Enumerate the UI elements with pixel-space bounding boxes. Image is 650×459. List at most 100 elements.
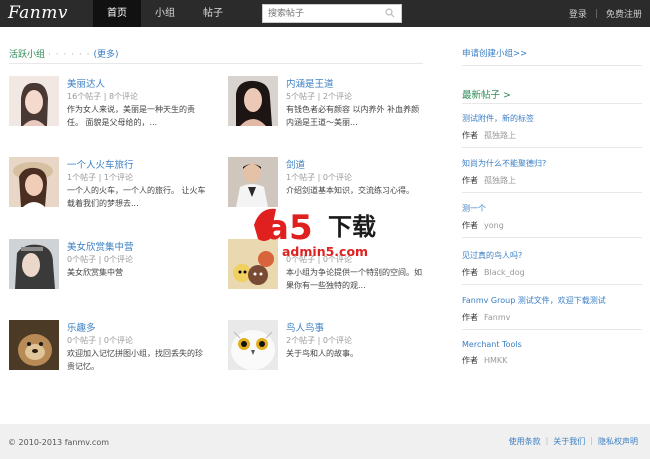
post-title[interactable]: Merchant Tools <box>462 340 642 349</box>
post-author[interactable]: yong <box>484 221 504 230</box>
post-author-row: 作者 孤独路上 <box>462 175 642 186</box>
group-thumbnail[interactable] <box>9 157 59 207</box>
group-stats: 0个帖子 | 0个评论 <box>67 255 133 264</box>
group-thumbnail[interactable] <box>9 239 59 289</box>
sidebar-divider <box>462 192 642 193</box>
top-navbar: Fanmv 首页 小组 帖子 登录 | 免费注册 <box>0 0 650 27</box>
group-description: 有钱色者必有颜容 以内养外 补血养颜 内涵是王道～美丽... <box>286 105 420 127</box>
group-card: 一个人火车旅行 1个帖子 | 1个评论 一个人的火车，一个人的旅行。 让火车载着… <box>9 157 209 217</box>
group-title[interactable]: 内涵是王道 <box>286 76 334 90</box>
copyright: © 2010-2013 fanmv.com <box>8 438 110 447</box>
sidebar-divider <box>462 103 642 104</box>
group-card: 鸟人鸟事 2个帖子 | 0个评论 关于鸟和人的故事。 <box>228 320 428 380</box>
group-title[interactable]: 鸟人鸟事 <box>286 320 324 334</box>
group-thumbnail[interactable] <box>9 320 59 370</box>
watermark-brand: a5 <box>266 208 313 248</box>
post-title[interactable]: 测一个 <box>462 203 642 214</box>
sidebar-divider <box>462 329 642 330</box>
sidebar-divider <box>462 284 642 285</box>
page-footer: © 2010-2013 fanmv.com 使用条款 | 关于我们 | 隐私权声… <box>0 424 650 459</box>
group-stats: 1个帖子 | 0个评论 <box>286 173 352 182</box>
search-box <box>262 4 402 23</box>
group-title[interactable]: 剑道 <box>286 157 305 171</box>
post-author-row: 作者 孤独路上 <box>462 130 642 141</box>
author-label: 作者 <box>462 131 478 140</box>
author-label: 作者 <box>462 313 478 322</box>
nav-home[interactable]: 首页 <box>93 0 141 27</box>
post-author-row: 作者 Fanmv <box>462 312 642 323</box>
post-author[interactable]: Black_dog <box>484 268 525 277</box>
group-description: 关于鸟和人的故事。 <box>286 349 358 358</box>
post-title[interactable]: 测试附件，新的标签 <box>462 113 642 124</box>
group-title[interactable]: 乐趣多 <box>67 320 96 334</box>
main-nav: 首页 小组 帖子 <box>93 0 237 27</box>
group-description: 介绍剑道基本知识，交流练习心得。 <box>286 186 414 195</box>
post-item: 见过真的鸟人吗? 作者 Black_dog <box>462 250 642 278</box>
group-stats: 16个帖子 | 8个评论 <box>67 92 139 101</box>
sidebar-divider <box>462 65 642 66</box>
post-item: 测试附件，新的标签 作者 孤独路上 <box>462 113 642 141</box>
post-author-row: 作者 yong <box>462 220 642 231</box>
group-description: 作为女人来说，美丽是一种天生的责任。 面貌是父母给的，... <box>67 105 195 127</box>
author-label: 作者 <box>462 176 478 185</box>
footer-links: 使用条款 | 关于我们 | 隐私权声明 <box>509 436 638 447</box>
group-thumbnail[interactable] <box>228 76 278 126</box>
author-label: 作者 <box>462 221 478 230</box>
group-description: 欢迎加入记忆拼图小组，找回丢失的珍贵记忆。 <box>67 349 203 371</box>
privacy-link[interactable]: 隐私权声明 <box>598 436 638 447</box>
site-logo[interactable]: Fanmv <box>8 2 68 25</box>
section-divider <box>9 63 423 64</box>
group-title[interactable]: 美女欣赏集中营 <box>67 239 134 253</box>
more-groups-link[interactable]: (更多) <box>94 50 119 60</box>
watermark-cn: 下载 <box>328 213 376 241</box>
group-title[interactable]: 一个人火车旅行 <box>67 157 134 171</box>
group-card: 内涵是王道 5个帖子 | 2个评论 有钱色者必有颜容 以内养外 补血养颜 内涵是… <box>228 76 428 136</box>
author-label: 作者 <box>462 356 478 365</box>
author-label: 作者 <box>462 268 478 277</box>
terms-link[interactable]: 使用条款 <box>509 436 541 447</box>
post-author-row: 作者 HMKK <box>462 355 642 366</box>
separator: | <box>545 436 549 445</box>
post-author-row: 作者 Black_dog <box>462 267 642 278</box>
post-item: Merchant Tools 作者 HMKK <box>462 340 642 366</box>
register-link[interactable]: 免费注册 <box>606 7 642 20</box>
group-thumbnail[interactable] <box>228 320 278 370</box>
group-stats: 5个帖子 | 2个评论 <box>286 92 352 101</box>
dots-divider: · · · · · · <box>48 50 91 60</box>
post-item: Fanmv Group 测试文件，欢迎下载测试 作者 Fanmv <box>462 295 642 323</box>
post-item: 测一个 作者 yong <box>462 203 642 231</box>
post-title[interactable]: 知尚为什么不能聚德归? <box>462 158 642 169</box>
nav-groups[interactable]: 小组 <box>141 0 189 27</box>
group-title[interactable]: 美丽达人 <box>67 76 105 90</box>
nav-posts[interactable]: 帖子 <box>189 0 237 27</box>
post-title[interactable]: 见过真的鸟人吗? <box>462 250 642 261</box>
group-card: 美女欣赏集中营 0个帖子 | 0个评论 美女欣赏集中营 <box>9 239 209 299</box>
group-description: 本小组为争论提供一个特别的空间。如果你有一些独特的观... <box>286 268 422 290</box>
post-title[interactable]: Fanmv Group 测试文件，欢迎下载测试 <box>462 295 642 306</box>
section-title: 活跃小组 <box>9 50 46 60</box>
group-stats: 1个帖子 | 1个评论 <box>67 173 133 182</box>
post-author[interactable]: Fanmv <box>484 313 510 322</box>
new-posts-title[interactable]: 最新帖子 > <box>462 87 511 101</box>
about-link[interactable]: 关于我们 <box>553 436 585 447</box>
separator: | <box>594 8 598 19</box>
post-item: 知尚为什么不能聚德归? 作者 孤独路上 <box>462 158 642 186</box>
group-thumbnail[interactable] <box>9 76 59 126</box>
post-author[interactable]: 孤独路上 <box>484 176 516 185</box>
group-card: 美丽达人 16个帖子 | 8个评论 作为女人来说，美丽是一种天生的责任。 面貌是… <box>9 76 209 136</box>
post-author[interactable]: HMKK <box>484 356 507 365</box>
apply-group-link[interactable]: 申请创建小组>> <box>462 47 527 59</box>
search-input[interactable] <box>263 5 381 22</box>
a5-watermark-logo: a5 下载 admin5.com <box>254 208 376 259</box>
group-description: 美女欣赏集中营 <box>67 268 123 277</box>
search-icon[interactable] <box>385 8 395 18</box>
login-link[interactable]: 登录 <box>569 7 587 20</box>
group-description: 一个人的火车，一个人的旅行。 让火车载着我们的梦想去... <box>67 186 206 208</box>
account-links: 登录 | 免费注册 <box>569 0 642 27</box>
group-stats: 2个帖子 | 0个评论 <box>286 336 352 345</box>
post-author[interactable]: 孤独路上 <box>484 131 516 140</box>
separator: | <box>590 436 593 445</box>
group-card: 乐趣多 0个帖子 | 0个评论 欢迎加入记忆拼图小组，找回丢失的珍贵记忆。 <box>9 320 209 380</box>
active-groups-header: 活跃小组 · · · · · · (更多) <box>9 47 119 60</box>
watermark-url: admin5.com <box>282 244 368 259</box>
